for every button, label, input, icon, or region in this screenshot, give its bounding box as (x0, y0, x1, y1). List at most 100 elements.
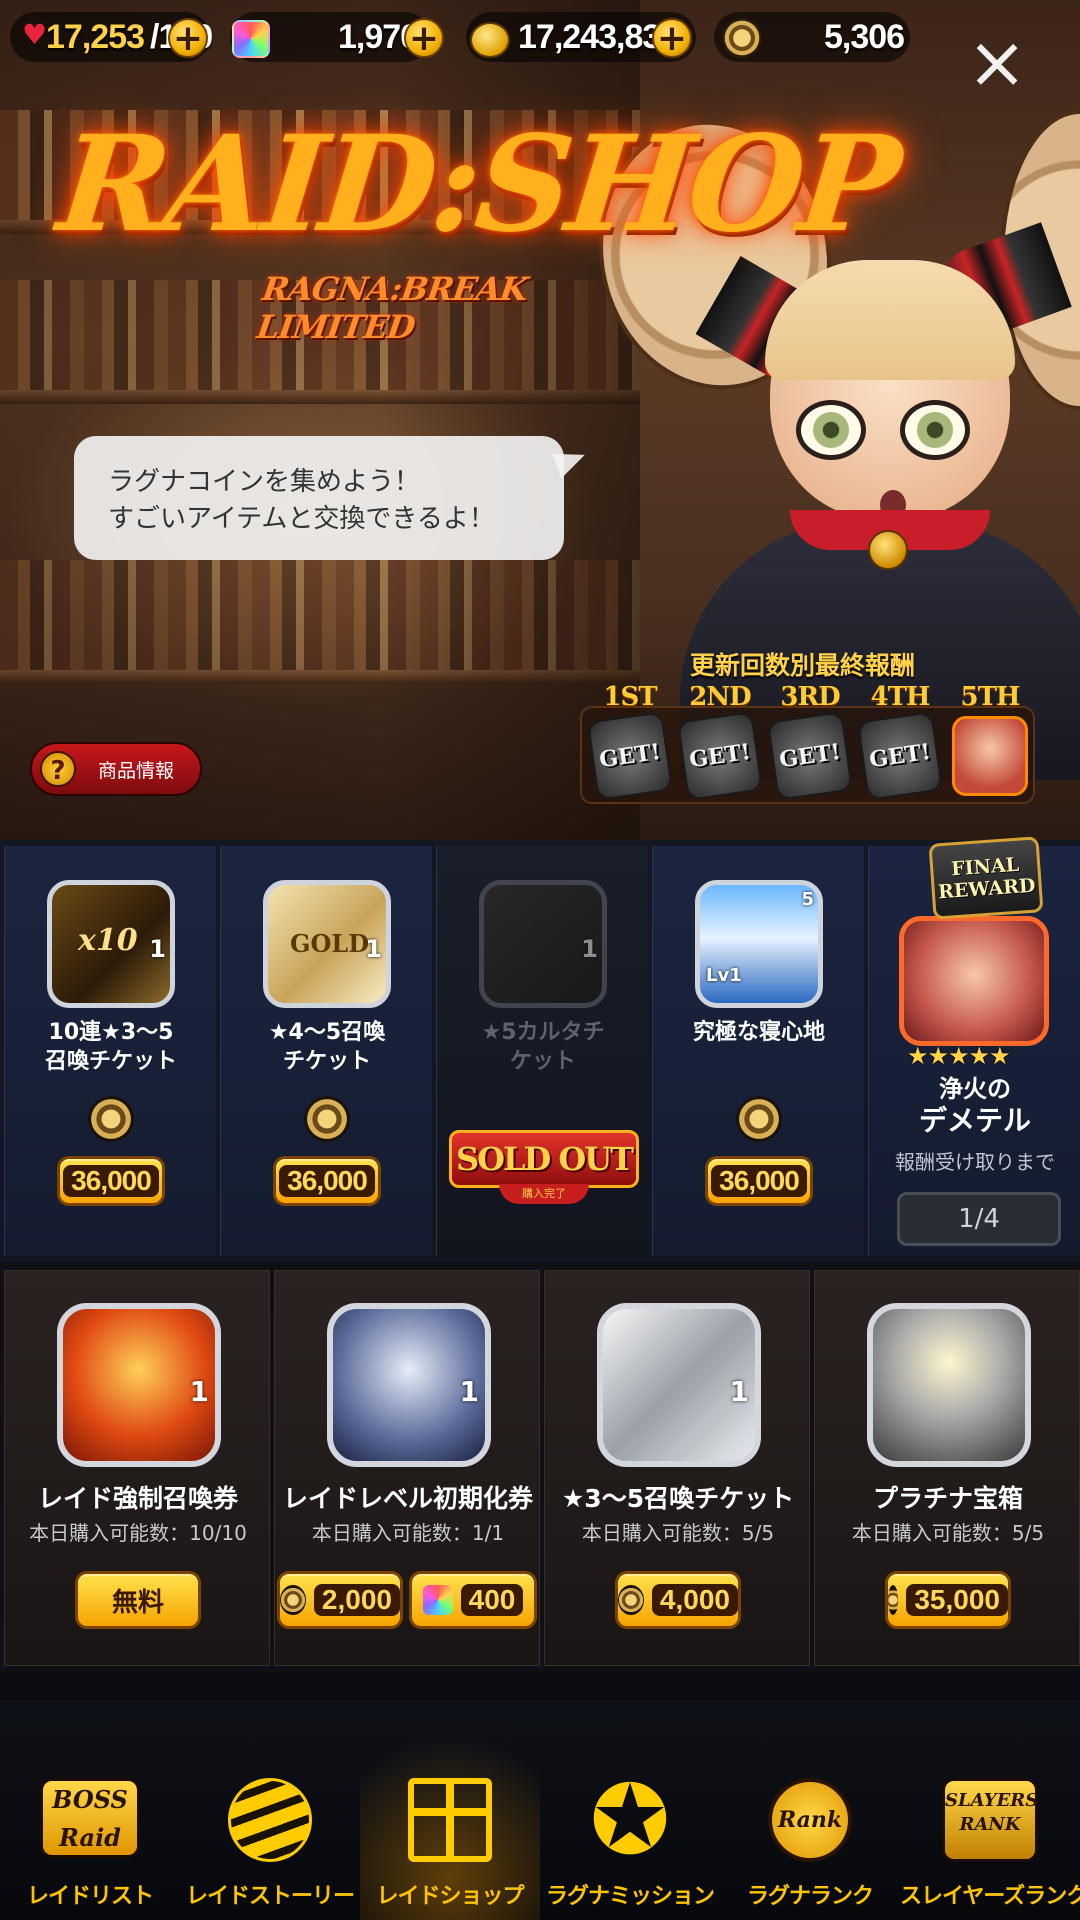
hero-banner: RAID:SHOP RAGNA:BREAK LIMITED ラグナコインを集めよ… (0, 0, 1080, 840)
bell-icon (868, 530, 908, 570)
price-value: 35,000 (906, 1584, 1008, 1616)
character-eye (900, 400, 970, 460)
daily-item-card[interactable]: 1 レイド強制召喚券 本日購入可能数：10/10 無料 (4, 1270, 270, 1666)
nav-raid-shop[interactable]: レイドショップ (360, 1700, 540, 1920)
shop-subtitle: RAGNA:BREAK LIMITED (254, 270, 530, 346)
item-count: 5 (801, 889, 814, 910)
nav-label: スレイヤーズランク (900, 1884, 1080, 1909)
final-reward-name: 浄火の デメテル (869, 1074, 1080, 1138)
final-character-portrait (952, 716, 1028, 796)
limited-item-card[interactable]: x10 1 10連★3～5 召喚チケット 36,000 (4, 846, 216, 1256)
currency-bar: ♥ 17,253 /120 + 1,970 + 17,243,832 + 5,3… (0, 8, 1080, 68)
milestone-get-badge: GET! (676, 711, 764, 801)
final-reward-card[interactable]: FINAL REWARD ★★★★★ 浄火の デメテル 報酬受け取りまで 1/4 (868, 836, 1080, 1256)
item-count: 1 (459, 1375, 479, 1408)
speech-line: ラグナコインを集めよう！ (108, 467, 421, 497)
product-info-label: 商品情報 (98, 759, 175, 782)
nav-label: ラグナランク (746, 1884, 874, 1909)
item-name-line: 召喚チケット (44, 1049, 177, 1074)
item-name: ★3～5召喚チケット (561, 1484, 795, 1513)
reward-until-label: 報酬受け取りまで (895, 1150, 1055, 1174)
limited-item-card[interactable]: Lv1 5 究極な寝心地 36,000 (652, 846, 864, 1256)
sold-out-badge: SOLD OUT 購入完了 (449, 1116, 639, 1208)
buy-with-gems-button[interactable]: 400 (409, 1571, 537, 1629)
close-icon[interactable]: × (962, 26, 1032, 100)
limited-item-card[interactable]: GOLD 1 ★4～5召喚 チケット 36,000 (220, 846, 432, 1256)
milestone-3[interactable]: 3RD GET! (766, 682, 854, 801)
milestone-4[interactable]: 4TH GET! (856, 682, 944, 801)
product-info-button[interactable]: ? 商品情報 (30, 742, 202, 796)
free-label: 無料 (111, 1587, 164, 1618)
gem-icon (422, 1585, 453, 1615)
item-name: 究極な寝心地 (653, 1018, 865, 1047)
rarity-stars: ★★★★★ (907, 1042, 1011, 1070)
shop-title: RAID:SHOP RAGNA:BREAK LIMITED (52, 107, 904, 346)
item-name: レイド強制召喚券 (37, 1484, 238, 1513)
ragna-coin-icon (722, 18, 762, 58)
add-stamina-button[interactable]: + (168, 18, 208, 58)
ragna-coin-icon (88, 1096, 134, 1142)
price-value: 36,000 (279, 1165, 375, 1197)
item-count: 1 (149, 935, 166, 963)
buy-button[interactable]: 36,000 (273, 1156, 381, 1206)
platinum-card-icon: 1 (597, 1303, 761, 1467)
nav-label: レイドリスト (26, 1884, 154, 1909)
nav-ragna-rank[interactable]: Rank ラグナランク (720, 1700, 900, 1920)
buy-with-coins-button[interactable]: 2,000 (277, 1571, 403, 1629)
platinum-chest-icon (867, 1303, 1031, 1467)
gold-card-icon: GOLD 1 (263, 880, 391, 1008)
add-gems-button[interactable]: + (404, 18, 444, 58)
add-gold-button[interactable]: + (652, 18, 692, 58)
final-name-line: 浄火の (939, 1075, 1011, 1103)
price-value: 4,000 (651, 1584, 738, 1616)
daily-item-card[interactable]: 1 ★3～5召喚チケット 本日購入可能数：5/5 4,000 (544, 1270, 810, 1666)
buy-button[interactable]: 36,000 (57, 1156, 165, 1206)
price-value: 36,000 (63, 1165, 159, 1197)
final-reward-banner: FINAL REWARD (928, 836, 1044, 920)
daily-item-card[interactable]: プラチナ宝箱 本日購入可能数：5/5 35,000 (814, 1270, 1080, 1666)
item-name: ★5カルタチ ケット (437, 1018, 649, 1076)
nav-raid-story[interactable]: レイドストーリー (180, 1700, 360, 1920)
milestone-header: 更新回数別最終報酬 (690, 651, 916, 680)
buy-button[interactable]: 35,000 (885, 1571, 1011, 1629)
nav-slayers-rank[interactable]: SLAYERS RANK スレイヤーズランク (900, 1700, 1080, 1920)
item-count: 1 (189, 1375, 209, 1408)
limited-item-card-sold: 1 ★5カルタチ ケット SOLD OUT 購入完了 (436, 846, 648, 1256)
x10-card-icon: x10 1 (47, 880, 175, 1008)
milestone-1[interactable]: 1ST GET! (586, 682, 674, 801)
milestone-5[interactable]: 5TH (950, 682, 1030, 796)
character-eye (796, 400, 866, 460)
item-name: 10連★3～5 召喚チケット (5, 1018, 217, 1076)
ragna-coin-icon (888, 1585, 899, 1615)
gem-icon (232, 20, 270, 58)
buy-button[interactable]: 36,000 (705, 1156, 813, 1206)
ragna-coin-icon (280, 1585, 306, 1615)
milestone-ordinal: 3RD (780, 682, 840, 712)
nav-label: ラグナミッション (545, 1884, 715, 1909)
item-name-line: チケット (282, 1049, 371, 1074)
purchase-limit: 本日購入可能数：5/5 (581, 1521, 775, 1545)
daily-item-card[interactable]: 1 レイドレベル初期化券 本日購入可能数：1/1 2,000 400 (274, 1270, 540, 1666)
gold-label: GOLD (290, 929, 370, 958)
limited-items-row: x10 1 10連★3～5 召喚チケット 36,000 GOLD 1 ★4～5召… (0, 836, 1080, 1262)
nav-raid-list[interactable]: BOSS Raid レイドリスト (0, 1700, 180, 1920)
free-button[interactable]: 無料 (75, 1571, 201, 1629)
price-value: 36,000 (711, 1165, 807, 1197)
x10-label: x10 (78, 923, 138, 958)
item-name-line: ★4～5召喚 (268, 1020, 386, 1045)
purchase-limit: 本日購入可能数：1/1 (311, 1521, 505, 1545)
purchase-limit: 本日購入可能数：5/5 (851, 1521, 1045, 1545)
milestone-2[interactable]: 2ND GET! (676, 682, 764, 801)
item-name-line: 究極な寝心地 (692, 1020, 825, 1045)
reset-ticket-icon: 1 (327, 1303, 491, 1467)
question-icon: ? (40, 751, 76, 787)
item-name: ★4～5召喚 チケット (221, 1018, 433, 1076)
buy-button[interactable]: 4,000 (615, 1571, 741, 1629)
milestone-ordinal: 5TH (960, 682, 1020, 712)
nav-label: レイドショップ (376, 1884, 524, 1909)
ragna-coin-icon (618, 1585, 644, 1615)
nav-ragna-mission[interactable]: ✪ ラグナミッション (540, 1700, 720, 1920)
ragna-coin-icon (736, 1096, 782, 1142)
nav-label: レイドストーリー (185, 1884, 355, 1909)
summon-ticket-icon: 1 (57, 1303, 221, 1467)
